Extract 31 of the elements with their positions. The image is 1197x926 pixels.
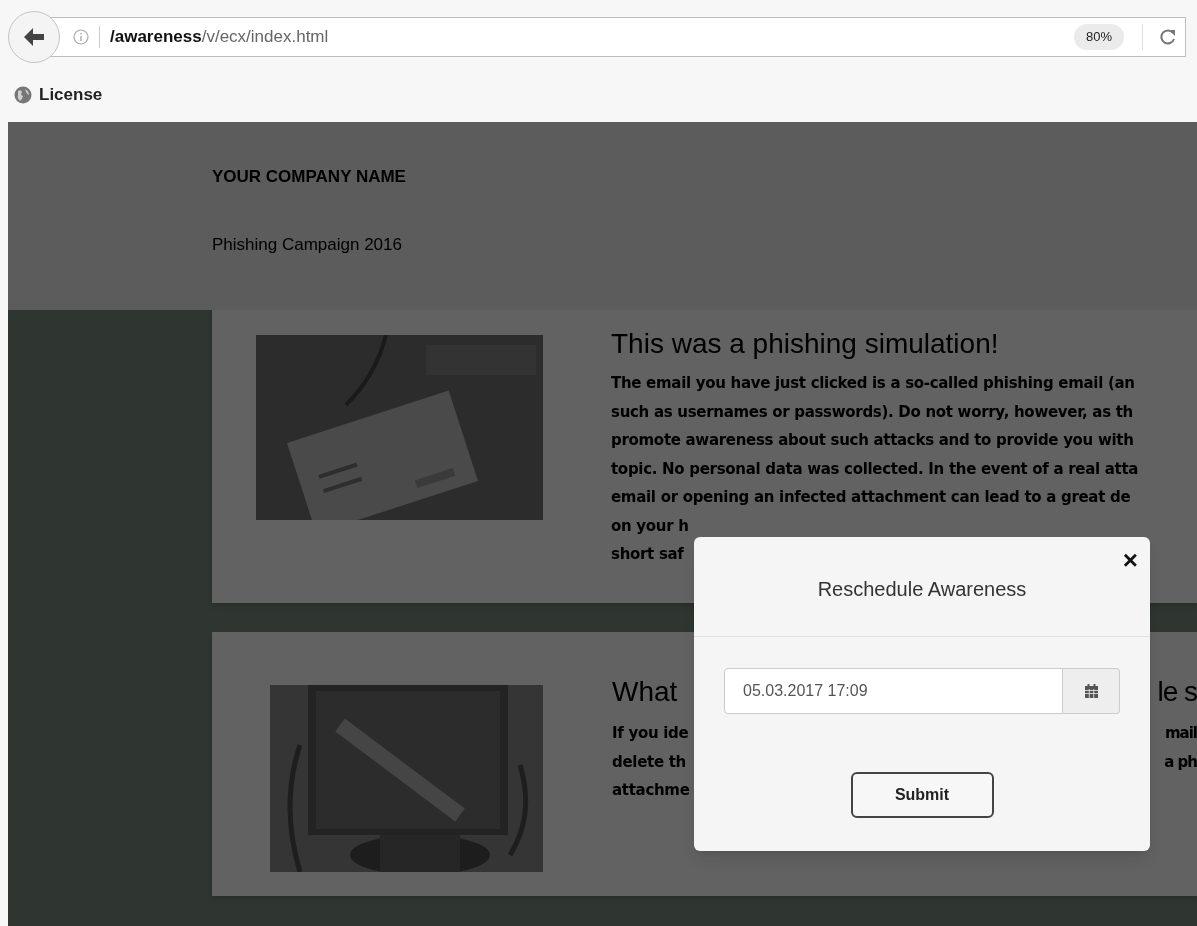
paragraph-line: such as usernames or passwords). Do not worry, however, as th <box>611 401 1133 423</box>
close-button[interactable]: × <box>1122 547 1138 573</box>
calendar-icon <box>1084 684 1098 698</box>
back-button[interactable] <box>8 11 60 63</box>
paragraph-line: mail <box>1164 723 1197 744</box>
globe-icon <box>14 86 32 104</box>
section-heading: le s <box>1157 675 1197 709</box>
paragraph-line: on your h <box>611 515 689 537</box>
calendar-button[interactable] <box>1063 668 1120 714</box>
submit-button[interactable]: Submit <box>850 772 994 818</box>
paragraph-line: delete th <box>612 751 686 773</box>
reload-icon[interactable] <box>1159 28 1177 46</box>
back-arrow-icon <box>23 27 45 47</box>
paragraph-line: attachme <box>612 780 690 801</box>
date-field[interactable]: 05.03.2017 17:09 <box>724 668 1063 714</box>
paragraph-line: The email you have just clicked is a so-called phishing email (an <box>611 373 1135 394</box>
info-icon <box>73 29 89 45</box>
section-heading: What <box>612 675 678 709</box>
paragraph-line: email or opening an infected attachment can lead to a great de <box>611 487 1131 508</box>
section-heading: This was a phishing simulation! <box>611 327 999 361</box>
paragraph-line: a ph <box>1164 751 1197 773</box>
paragraph-line: promote awareness about such attacks and to provide you with <box>611 430 1134 451</box>
campaign-title: Phishing Campaign 2016 <box>212 233 403 256</box>
company-name: YOUR COMPANY NAME <box>212 166 407 188</box>
bookmark-link[interactable]: License <box>39 82 103 108</box>
url-text: /awareness/v/ecx/index.html <box>110 26 329 49</box>
modal-title: Reschedule Awareness <box>817 576 1027 602</box>
zoom-badge[interactable]: 80% <box>1073 24 1124 50</box>
paragraph-line: topic. No personal data was collected. In the event of a real atta <box>611 458 1139 480</box>
paragraph-line: short saf <box>611 544 684 565</box>
paragraph-line: If you ide <box>612 723 689 744</box>
